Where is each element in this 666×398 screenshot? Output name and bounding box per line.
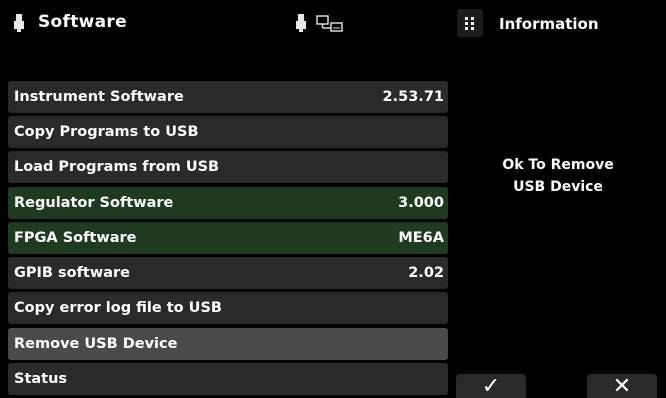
usb-icon — [14, 14, 24, 32]
header-bar: Software — [0, 0, 450, 50]
menu-item-gpib-software[interactable]: GPIB software 2.02 — [8, 257, 448, 289]
menu-item-label: Regulator Software — [14, 195, 174, 211]
info-title: Information — [499, 15, 599, 33]
info-message: Ok To Remove USB Device — [470, 154, 646, 198]
checkmark-icon: ✓ — [481, 374, 501, 398]
menu-item-label: GPIB software — [14, 265, 131, 281]
info-message-line2: USB Device — [513, 179, 603, 195]
info-header: Information — [450, 0, 666, 50]
confirm-button[interactable]: ✓ — [456, 374, 526, 398]
menu-item-label: FPGA Software — [14, 230, 137, 246]
menu-item-value: 2.53.71 — [382, 89, 444, 105]
network-icon — [316, 15, 343, 32]
info-message-line1: Ok To Remove — [502, 157, 614, 173]
menu-item-load-programs[interactable]: Load Programs from USB — [8, 151, 448, 183]
menu-item-label: Instrument Software — [14, 89, 184, 105]
menu-item-value: 2.02 — [408, 265, 444, 281]
cancel-button[interactable]: ✕ — [587, 374, 657, 398]
menu-item-label: Load Programs from USB — [14, 159, 220, 175]
menu-item-fpga-software[interactable]: FPGA Software ME6A — [8, 222, 448, 254]
menu-item-regulator-software[interactable]: Regulator Software 3.000 — [8, 187, 448, 219]
menu-item-remove-usb-device[interactable]: Remove USB Device — [8, 328, 448, 360]
menu-item-instrument-software[interactable]: Instrument Software 2.53.71 — [8, 81, 448, 113]
menu-item-label: Remove USB Device — [14, 336, 178, 352]
page-title: Software — [38, 12, 127, 32]
menu-item-value: ME6A — [398, 230, 444, 246]
usb-status-icon — [296, 14, 306, 32]
menu-item-value: 3.000 — [398, 195, 444, 211]
close-icon: ✕ — [612, 374, 632, 398]
grid-menu-icon — [465, 17, 475, 30]
menu-item-label: Copy Programs to USB — [14, 124, 199, 140]
menu-item-label: Copy error log file to USB — [14, 300, 222, 316]
grid-menu-button[interactable] — [457, 9, 483, 37]
menu-item-copy-programs[interactable]: Copy Programs to USB — [8, 116, 448, 148]
screen: Software Information Instrument Software… — [0, 0, 666, 398]
menu-item-label: Status — [14, 371, 68, 387]
menu-item-copy-error-log[interactable]: Copy error log file to USB — [8, 292, 448, 324]
menu-item-status[interactable]: Status — [8, 363, 448, 395]
